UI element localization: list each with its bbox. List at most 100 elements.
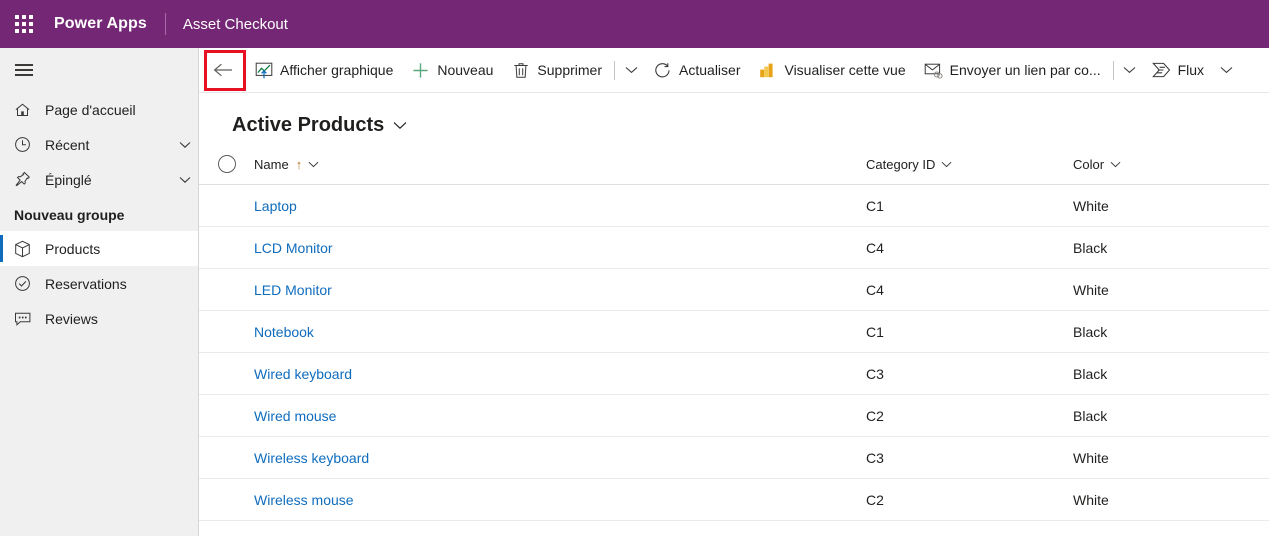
record-link[interactable]: Wireless keyboard <box>254 450 369 466</box>
column-header-category-label: Category ID <box>866 156 936 172</box>
cell-category: C1 <box>866 197 884 214</box>
sidebar-item-label: Page d'accueil <box>45 101 136 118</box>
hamburger-menu-icon[interactable] <box>0 48 48 92</box>
waffle-icon[interactable] <box>0 0 48 48</box>
column-header-category[interactable]: Category ID <box>866 157 1073 172</box>
sidebar-group-title: Nouveau groupe <box>14 207 125 223</box>
overflow-chevron-down-icon-2[interactable] <box>1117 51 1143 89</box>
column-header-name-label: Name <box>254 156 289 172</box>
sidebar-item-label: Épinglé <box>45 171 92 188</box>
sidebar-item-label: Reviews <box>45 310 98 327</box>
sidebar-item-label: Récent <box>45 136 90 153</box>
view-selector-chevron-down-icon[interactable] <box>393 121 407 130</box>
cell-name: LCD Monitor <box>254 240 866 256</box>
show-chart-button[interactable]: Afficher graphique <box>245 51 402 89</box>
cell-category: C4 <box>866 239 884 256</box>
table-row[interactable]: Wireless keyboard C3 White <box>199 437 1269 479</box>
table-row[interactable]: LED Monitor C4 White <box>199 269 1269 311</box>
trash-icon <box>511 61 530 79</box>
plus-icon <box>411 61 430 79</box>
record-link[interactable]: LCD Monitor <box>254 240 333 256</box>
sidebar-item-label: Reservations <box>45 275 127 292</box>
main-content-area: Active Products Name ↑ Category ID Color… <box>199 93 1269 536</box>
sidebar-item-home[interactable]: Page d'accueil <box>0 92 198 127</box>
sidebar-item-products[interactable]: Products <box>0 231 198 266</box>
table-row[interactable]: Wired mouse C2 Black <box>199 395 1269 437</box>
record-link[interactable]: Wired mouse <box>254 408 336 424</box>
table-row[interactable]: Laptop C1 White <box>199 185 1269 227</box>
visualize-view-label: Visualiser cette vue <box>784 62 906 78</box>
show-chart-label: Afficher graphique <box>280 62 394 78</box>
app-name-label[interactable]: Asset Checkout <box>183 16 288 33</box>
records-grid: Name ↑ Category ID Color Laptop C1 White… <box>199 144 1269 521</box>
record-link[interactable]: Notebook <box>254 324 314 340</box>
cell-color: White <box>1073 197 1109 214</box>
power-apps-window: Power Apps Asset Checkout Page d'accueil… <box>0 0 1269 536</box>
record-link[interactable]: Laptop <box>254 198 297 214</box>
sidebar-item-reviews[interactable]: Reviews <box>0 301 198 336</box>
cell-color: Black <box>1073 407 1108 424</box>
column-category-chevron-down-icon[interactable] <box>941 161 952 168</box>
pin-icon <box>14 170 36 190</box>
delete-label: Supprimer <box>537 62 603 78</box>
refresh-label: Actualiser <box>679 62 741 78</box>
column-header-name[interactable]: Name ↑ <box>254 157 866 172</box>
powerbi-icon <box>758 61 777 79</box>
cell-color: White <box>1073 281 1109 298</box>
back-button-container <box>201 48 246 93</box>
cell-category: C3 <box>866 365 884 382</box>
email-link-label: Envoyer un lien par co... <box>949 62 1101 78</box>
flow-chevron-down-icon[interactable] <box>1213 51 1239 89</box>
select-all-circle[interactable] <box>217 155 236 173</box>
table-row[interactable]: LCD Monitor C4 Black <box>199 227 1269 269</box>
new-button[interactable]: Nouveau <box>402 51 502 89</box>
cell-name: Wireless keyboard <box>254 450 866 466</box>
cell-color: Black <box>1073 323 1108 340</box>
column-header-color[interactable]: Color <box>1073 157 1263 172</box>
cell-category: C3 <box>866 449 884 466</box>
back-arrow-icon[interactable] <box>207 54 239 86</box>
cell-name: Wireless mouse <box>254 492 866 508</box>
record-link[interactable]: Wireless mouse <box>254 492 354 508</box>
select-all-cell <box>199 155 254 173</box>
view-title[interactable]: Active Products <box>232 114 384 137</box>
view-header: Active Products <box>199 93 1269 144</box>
table-row[interactable]: Wireless mouse C2 White <box>199 479 1269 521</box>
cell-name: Notebook <box>254 324 866 340</box>
visualize-view-button[interactable]: Visualiser cette vue <box>749 51 914 89</box>
column-color-chevron-down-icon[interactable] <box>1110 161 1121 168</box>
flow-label: Flux <box>1177 62 1205 78</box>
cell-category: C4 <box>866 281 884 298</box>
sidebar-item-pinned[interactable]: Épinglé <box>0 162 198 197</box>
chevron-down-icon[interactable] <box>172 176 198 184</box>
delete-button[interactable]: Supprimer <box>502 51 611 89</box>
email-link-icon <box>924 61 943 79</box>
grid-header-row: Name ↑ Category ID Color <box>199 144 1269 185</box>
grid-body: Laptop C1 White LCD Monitor C4 Black LED Monit… <box>199 185 1269 521</box>
cell-name: Wired keyboard <box>254 366 866 382</box>
sidebar-item-reservations[interactable]: Reservations <box>0 266 198 301</box>
overflow-chevron-down-icon[interactable] <box>618 51 644 89</box>
sidebar-item-label: Products <box>45 240 101 257</box>
command-divider-2 <box>1112 60 1114 80</box>
cell-name: LED Monitor <box>254 282 866 298</box>
table-row[interactable]: Wired keyboard C3 Black <box>199 353 1269 395</box>
record-link[interactable]: Wired keyboard <box>254 366 352 382</box>
chevron-down-icon[interactable] <box>172 141 198 149</box>
top-header-bar: Power Apps Asset Checkout <box>0 0 1269 48</box>
brand-label[interactable]: Power Apps <box>54 15 147 33</box>
clock-icon <box>14 135 36 155</box>
refresh-button[interactable]: Actualiser <box>644 51 749 89</box>
show-chart-icon <box>254 61 273 79</box>
table-row[interactable]: Notebook C1 Black <box>199 311 1269 353</box>
sidebar-item-recent[interactable]: Récent <box>0 127 198 162</box>
email-link-button[interactable]: Envoyer un lien par co... <box>915 51 1110 89</box>
refresh-icon <box>653 61 672 79</box>
flow-button[interactable]: Flux <box>1143 51 1213 89</box>
cell-name: Wired mouse <box>254 408 866 424</box>
record-link[interactable]: LED Monitor <box>254 282 332 298</box>
home-icon <box>14 100 36 120</box>
column-name-chevron-down-icon[interactable] <box>308 161 319 168</box>
cell-color: Black <box>1073 365 1108 382</box>
header-divider <box>164 13 166 35</box>
